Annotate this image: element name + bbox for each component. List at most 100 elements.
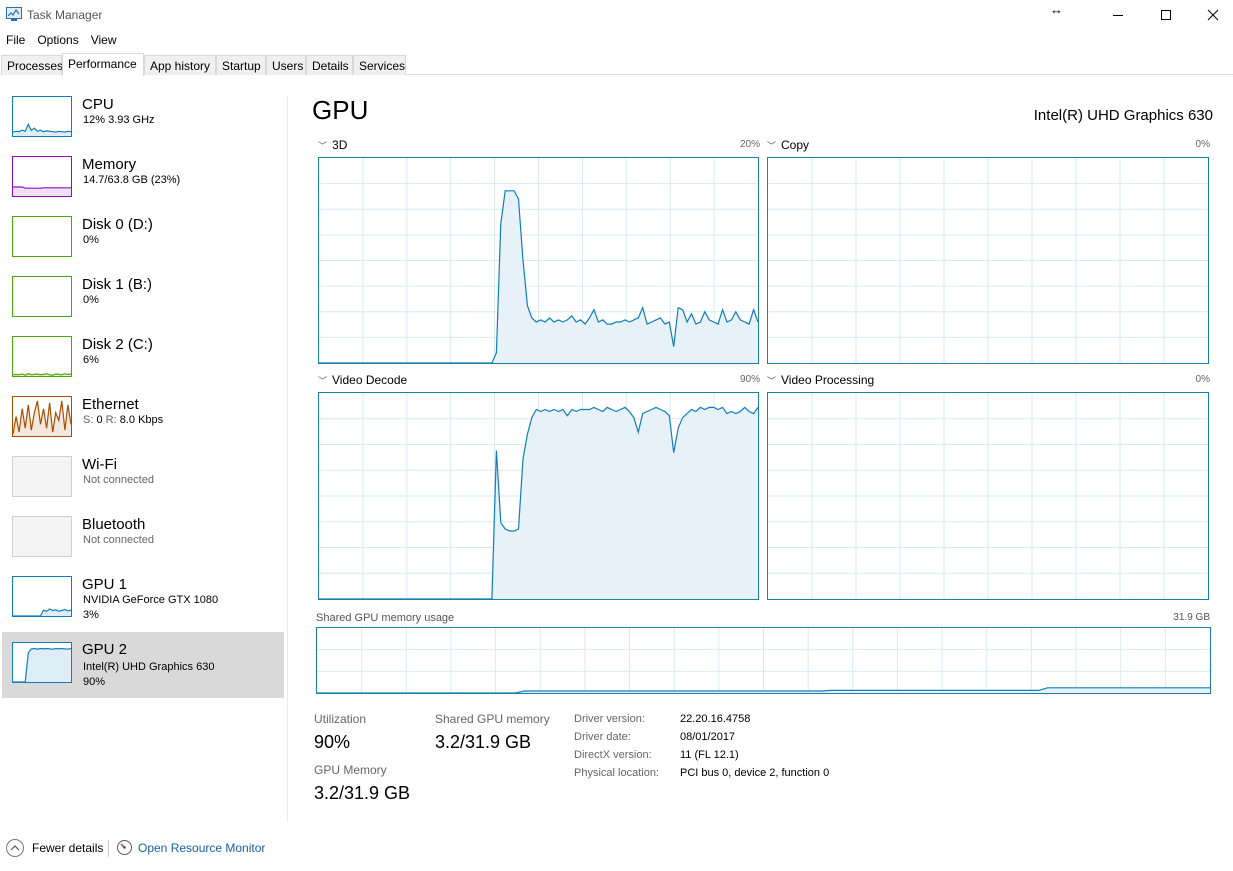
sidebar-item-gpu-2[interactable]: GPU 2 Intel(R) UHD Graphics 630 90% <box>2 632 284 698</box>
disk-2-thumbnail-graph <box>12 336 72 377</box>
shared-memory-graph-label: Shared GPU memory usage <box>316 612 455 624</box>
engine-video-processing-dropdown[interactable]: ﹀ Video Processing <box>767 373 874 387</box>
window-title: Task Manager <box>27 8 103 22</box>
sidebar-item-gpu-1[interactable]: GPU 1 NVIDIA GeForce GTX 1080 3% <box>2 570 284 632</box>
fewer-details-label: Fewer details <box>32 841 104 855</box>
resource-monitor-icon <box>117 840 132 855</box>
disk-0-thumbnail-graph <box>12 216 72 257</box>
sidebar-item-disk-1[interactable]: Disk 1 (B:) 0% <box>2 270 284 332</box>
chevron-down-icon: ﹀ <box>318 376 328 386</box>
shared-memory-graph-max: 31.9 GB <box>1173 612 1210 623</box>
bluetooth-thumbnail-graph <box>12 516 72 557</box>
tab-processes[interactable]: Processes <box>1 55 63 75</box>
sidebar-item-detail: 0% <box>83 234 99 246</box>
sidebar-item-wifi[interactable]: Wi-Fi Not connected <box>2 450 284 512</box>
send-value: 0 <box>96 414 103 426</box>
directx-version-label: DirectX version: <box>574 749 652 761</box>
resize-cursor-icon: ↔ <box>1050 2 1063 17</box>
thumb-cpu-line <box>13 122 71 133</box>
maximize-button[interactable] <box>1143 0 1189 30</box>
sidebar-item-detail: Not connected <box>83 534 154 546</box>
engine-copy-percent: 0% <box>1195 139 1210 150</box>
physical-location-value: PCI bus 0, device 2, function 0 <box>680 767 830 779</box>
cpu-thumbnail-graph <box>12 96 72 137</box>
sidebar-item-title: Memory <box>82 156 137 173</box>
driver-date-label: Driver date: <box>574 731 631 743</box>
engine-copy-label: Copy <box>781 138 810 152</box>
chevron-down-icon: ﹀ <box>767 376 777 386</box>
open-resource-monitor-link[interactable]: Open Resource Monitor <box>117 840 265 855</box>
minimize-button[interactable] <box>1095 0 1141 30</box>
tab-details[interactable]: Details <box>306 55 353 75</box>
sidebar-divider <box>287 97 288 822</box>
sidebar-item-title: Ethernet <box>82 396 139 413</box>
sidebar-item-title: Disk 2 (C:) <box>82 336 153 353</box>
close-button[interactable] <box>1190 0 1233 30</box>
sidebar-item-bluetooth[interactable]: Bluetooth Not connected <box>2 510 284 572</box>
gpu-2-thumbnail-graph <box>12 642 72 683</box>
gpu-device-name: Intel(R) UHD Graphics 630 <box>1033 107 1213 124</box>
driver-version-label: Driver version: <box>574 713 645 725</box>
shared-gpu-memory-value: 3.2/31.9 GB <box>435 732 532 752</box>
sidebar-item-title: Disk 1 (B:) <box>82 276 153 293</box>
fewer-details-button[interactable]: Fewer details <box>6 839 103 857</box>
sidebar-item-detail: S: 0 R: 8.0 Kbps <box>83 414 163 426</box>
engine-video-decode-graph <box>318 392 759 600</box>
tab-startup[interactable]: Startup <box>216 55 266 75</box>
sidebar-item-ethernet[interactable]: Ethernet S: 0 R: 8.0 Kbps <box>2 390 284 452</box>
sidebar-item-disk-2[interactable]: Disk 2 (C:) 6% <box>2 330 284 392</box>
sidebar-item-memory[interactable]: Memory 14.7/63.8 GB (23%) <box>2 150 284 212</box>
tab-services[interactable]: Services <box>353 55 406 75</box>
sidebar-item-cpu[interactable]: CPU 12% 3.93 GHz <box>2 90 284 152</box>
engine-3d-dropdown[interactable]: ﹀ 3D <box>318 138 347 152</box>
sidebar-item-percent: 3% <box>83 609 99 621</box>
receive-prefix: R: <box>105 414 117 426</box>
gpu-1-thumbnail-graph <box>12 576 72 617</box>
sidebar-item-title: GPU 1 <box>82 576 128 593</box>
sidebar-item-detail: Intel(R) UHD Graphics 630 <box>83 661 215 673</box>
engine-video-processing-label: Video Processing <box>781 373 875 387</box>
engine-3d-label: 3D <box>332 138 348 152</box>
send-prefix: S: <box>83 414 94 426</box>
open-resource-monitor-label: Open Resource Monitor <box>138 840 266 855</box>
utilization-label: Utilization <box>314 712 367 726</box>
tab-performance[interactable]: Performance <box>62 53 144 76</box>
engine-copy-graph <box>767 157 1209 364</box>
ethernet-thumbnail-graph <box>12 396 72 437</box>
shared-memory-graph <box>316 627 1211 694</box>
menu-view[interactable]: View <box>85 31 123 49</box>
engine-video-decode-area <box>319 407 758 599</box>
tab-users[interactable]: Users <box>266 55 306 75</box>
physical-location-label: Physical location: <box>574 767 659 779</box>
page-title: GPU <box>312 95 369 125</box>
receive-value: 8.0 Kbps <box>119 414 164 426</box>
engine-video-decode-dropdown[interactable]: ﹀ Video Decode <box>318 373 407 387</box>
gpu-memory-value: 3.2/31.9 GB <box>314 783 411 803</box>
sidebar-item-disk-0[interactable]: Disk 0 (D:) 0% <box>2 210 284 272</box>
shared-gpu-memory-label: Shared GPU memory <box>435 712 550 726</box>
engine-video-processing-graph <box>767 392 1209 600</box>
engine-copy-dropdown[interactable]: ﹀ Copy <box>767 138 809 152</box>
tab-bar: Processes Performance App history Startu… <box>0 53 1233 76</box>
driver-date-value: 08/01/2017 <box>680 731 736 743</box>
directx-version-value: 11 (FL 12.1) <box>680 749 739 761</box>
chevron-down-icon: ﹀ <box>318 141 328 151</box>
sidebar-item-detail: 6% <box>83 354 99 366</box>
engine-video-decode-percent: 90% <box>739 374 760 385</box>
engine-video-processing-percent: 0% <box>1195 374 1210 385</box>
thumb-gpu2-area <box>13 648 71 682</box>
disk-1-thumbnail-graph <box>12 276 72 317</box>
sidebar-item-title: GPU 2 <box>82 641 128 658</box>
footer-divider <box>108 840 109 857</box>
menu-options[interactable]: Options <box>31 31 84 49</box>
chevron-down-icon: ﹀ <box>767 141 777 151</box>
sidebar-item-percent: 90% <box>83 676 106 688</box>
sidebar-item-title: Bluetooth <box>82 516 146 533</box>
tab-app-history[interactable]: App history <box>144 55 216 75</box>
sidebar-item-detail: 12% 3.93 GHz <box>83 114 155 126</box>
engine-video-decode-label: Video Decode <box>332 373 408 387</box>
menu-file[interactable]: File <box>0 31 31 49</box>
memory-thumbnail-graph <box>12 156 72 197</box>
sidebar-item-detail: 0% <box>83 294 99 306</box>
driver-version-value: 22.20.16.4758 <box>680 713 751 725</box>
